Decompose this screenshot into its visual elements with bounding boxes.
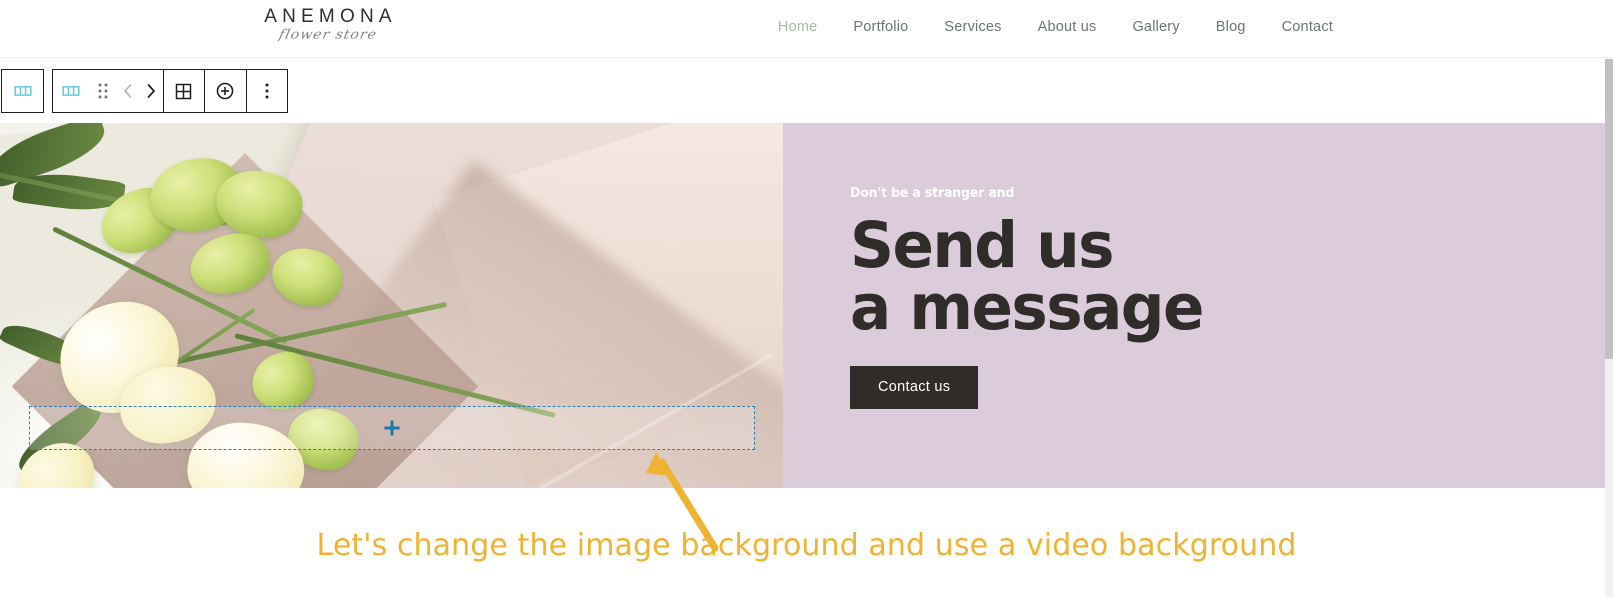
nav-item-blog[interactable]: Blog — [1198, 19, 1264, 35]
columns-icon — [62, 86, 80, 96]
nav-item-about-us[interactable]: About us — [1020, 19, 1115, 35]
add-block-button[interactable] — [205, 70, 246, 112]
hero-heading: Send us a message — [850, 214, 1582, 344]
columns-icon — [13, 86, 32, 96]
change-layout-button[interactable] — [163, 70, 204, 112]
contact-us-button[interactable]: Contact us — [850, 366, 979, 410]
page-canvas: Don't be a stranger and Send us a messag… — [0, 123, 1605, 488]
toolbar-group-block-type — [1, 69, 44, 113]
logo-name: ANEMONA — [264, 6, 397, 27]
plus-circle-icon — [216, 82, 234, 100]
nav-item-home[interactable]: Home — [760, 19, 835, 35]
more-vertical-icon — [265, 83, 269, 99]
drag-handle-icon — [98, 83, 108, 99]
plus-icon[interactable] — [384, 420, 400, 436]
site-header: ANEMONA flower store Home Portfolio Serv… — [0, 0, 1613, 58]
block-editor-toolbar — [0, 59, 1613, 123]
nav-item-gallery[interactable]: Gallery — [1114, 19, 1197, 35]
more-options-button[interactable] — [246, 70, 287, 112]
main-navigation: Home Portfolio Services About us Gallery… — [760, 19, 1351, 35]
text-column-block[interactable]: Don't be a stranger and Send us a messag… — [783, 123, 1605, 488]
column-block-button[interactable] — [53, 70, 90, 112]
nav-item-services[interactable]: Services — [926, 19, 1019, 35]
drag-handle-button[interactable] — [90, 70, 117, 112]
nav-item-portfolio[interactable]: Portfolio — [835, 19, 926, 35]
logo-tagline: flower store — [277, 27, 379, 43]
chevron-right-icon — [147, 84, 155, 98]
hero-heading-line-2: a message — [850, 270, 1204, 344]
hero-eyebrow: Don't be a stranger and — [850, 185, 1015, 201]
vertical-scrollbar-thumb[interactable] — [1605, 59, 1613, 359]
columns-block-type-button[interactable] — [2, 70, 43, 112]
image-column-block[interactable] — [0, 123, 783, 488]
grid-layout-icon — [175, 83, 192, 99]
screenshot-root: ANEMONA flower store Home Portfolio Serv… — [0, 0, 1613, 597]
site-logo[interactable]: ANEMONA flower store — [238, 7, 418, 42]
annotation-caption: Let's change the image background and us… — [316, 528, 1297, 563]
toolbar-group-block-controls — [52, 69, 288, 113]
nav-item-contact[interactable]: Contact — [1264, 19, 1351, 35]
move-right-button[interactable] — [139, 70, 162, 112]
chevron-left-icon — [123, 84, 132, 98]
move-left-button[interactable] — [116, 70, 139, 112]
